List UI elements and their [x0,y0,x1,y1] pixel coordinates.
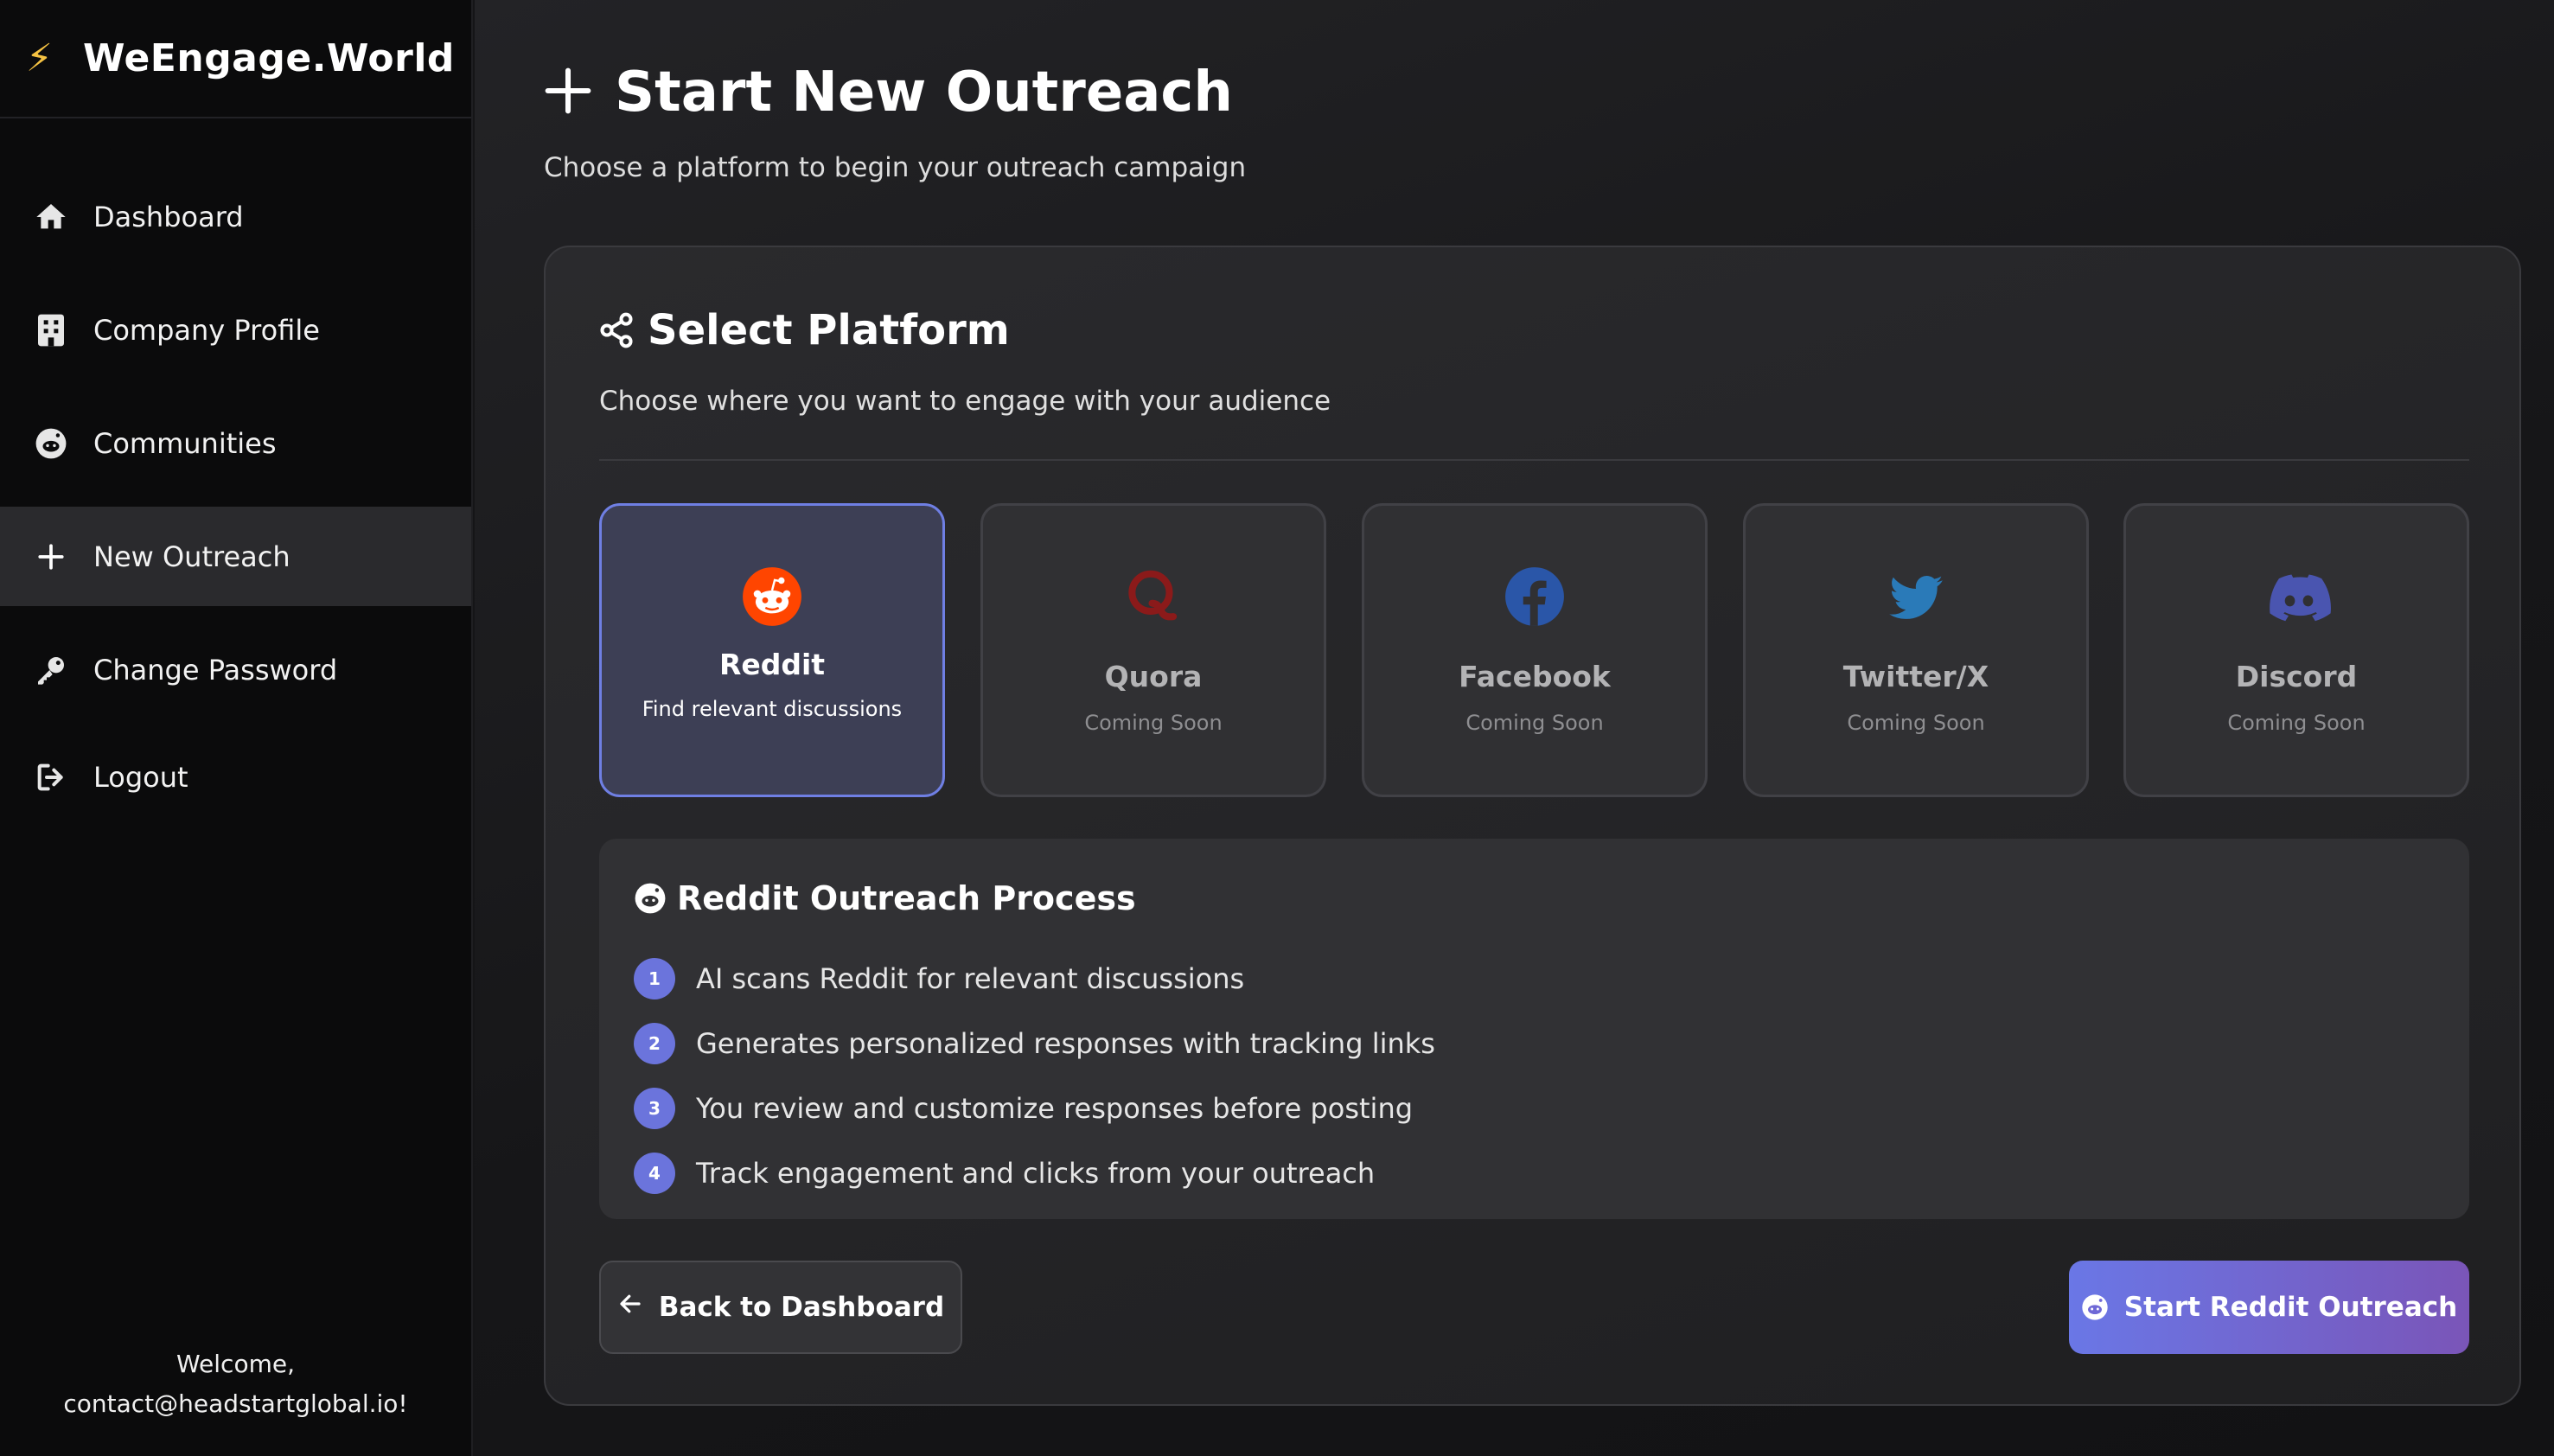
reddit-icon [634,882,667,915]
platform-desc: Coming Soon [2227,711,2366,735]
main-content: Start New Outreach Choose a platform to … [475,0,2554,1456]
brand[interactable]: ⚡ WeEngage.World [0,0,471,118]
reddit-icon [740,565,804,629]
platform-name: Facebook [1459,660,1611,693]
page-title: Start New Outreach [544,54,1233,131]
process-step: 4 Track engagement and clicks from your … [634,1140,1435,1205]
welcome-text: Welcome, contact@headstartglobal.io! [0,1344,471,1424]
platform-option-reddit[interactable]: Reddit Find relevant discussions [599,503,945,797]
process-title: Reddit Outreach Process [634,877,1136,920]
platform-option-facebook[interactable]: Facebook Coming Soon [1362,503,1708,797]
twitter-icon [1884,565,1948,629]
sidebar-item-company-profile[interactable]: Company Profile [0,280,471,380]
sidebar-item-communities[interactable]: Communities [0,393,471,493]
platform-name: Reddit [718,648,826,681]
divider [599,459,2469,461]
lightning-icon: ⚡ [26,36,53,80]
sidebar-item-change-password[interactable]: Change Password [0,620,471,719]
user-email: contact@headstartglobal.io! [63,1389,408,1418]
platform-card: Select Platform Choose where you want to… [544,246,2521,1406]
step-number: 2 [634,1022,675,1064]
sidebar: ⚡ WeEngage.World Dashboard Company Profi… [0,0,473,1456]
platform-grid: Reddit Find relevant discussions Quora C… [599,503,2469,797]
sidebar-item-dashboard[interactable]: Dashboard [0,167,471,266]
sidebar-item-label: Communities [93,426,277,460]
quora-icon [1121,565,1185,629]
sidebar-item-logout[interactable]: Logout [0,733,471,821]
card-title: Select Platform [597,304,1010,356]
platform-name: Discord [2235,660,2358,693]
card-title-text: Select Platform [648,306,1010,354]
plus-icon [33,539,69,575]
page-title-text: Start New Outreach [615,61,1233,125]
step-text: Generates personalized responses with tr… [696,1026,1435,1060]
platform-option-discord[interactable]: Discord Coming Soon [2123,503,2469,797]
share-icon [597,311,635,349]
sidebar-item-new-outreach[interactable]: New Outreach [0,507,471,606]
reddit-icon [2081,1293,2109,1321]
card-subtitle: Choose where you want to engage with you… [599,386,1331,417]
platform-desc: Find relevant discussions [642,697,903,721]
facebook-icon [1503,565,1567,629]
platform-desc: Coming Soon [1465,711,1604,735]
sidebar-item-label: Dashboard [93,200,244,233]
process-title-text: Reddit Outreach Process [677,879,1136,917]
start-button-label: Start Reddit Outreach [2123,1292,2458,1323]
platform-name: Quora [1104,660,1203,693]
key-icon [33,652,69,688]
platform-option-twitter[interactable]: Twitter/X Coming Soon [1743,503,2089,797]
reddit-icon [33,425,69,462]
platform-option-quora[interactable]: Quora Coming Soon [980,503,1326,797]
back-to-dashboard-button[interactable]: Back to Dashboard [599,1261,962,1354]
start-reddit-outreach-button[interactable]: Start Reddit Outreach [2069,1261,2469,1354]
welcome-greeting: Welcome, [176,1350,295,1378]
logout-icon [33,759,69,795]
sidebar-nav: Dashboard Company Profile Communities Ne… [0,167,471,835]
step-number: 4 [634,1152,675,1194]
building-icon [33,312,69,348]
sidebar-item-label: Company Profile [93,313,320,347]
process-panel: Reddit Outreach Process 1 AI scans Reddi… [599,839,2469,1219]
home-icon [33,199,69,235]
step-text: Track engagement and clicks from your ou… [696,1156,1376,1190]
platform-name: Twitter/X [1842,660,1989,693]
process-step: 3 You review and customize responses bef… [634,1076,1435,1140]
platform-desc: Coming Soon [1084,711,1223,735]
step-text: AI scans Reddit for relevant discussions [696,961,1245,995]
sidebar-item-label: New Outreach [93,540,291,573]
brand-name: WeEngage.World [83,36,455,80]
back-button-label: Back to Dashboard [658,1292,945,1323]
discord-icon [2264,565,2331,629]
plus-icon [544,59,592,126]
arrow-left-icon [617,1290,643,1325]
step-number: 1 [634,957,675,999]
step-number: 3 [634,1087,675,1129]
page-subtitle: Choose a platform to begin your outreach… [544,152,1247,183]
process-steps: 1 AI scans Reddit for relevant discussio… [634,946,1435,1205]
step-text: You review and customize responses befor… [696,1091,1414,1125]
sidebar-item-label: Change Password [93,653,338,686]
process-step: 1 AI scans Reddit for relevant discussio… [634,946,1435,1011]
platform-desc: Coming Soon [1847,711,1985,735]
sidebar-item-label: Logout [93,761,188,794]
process-step: 2 Generates personalized responses with … [634,1011,1435,1076]
